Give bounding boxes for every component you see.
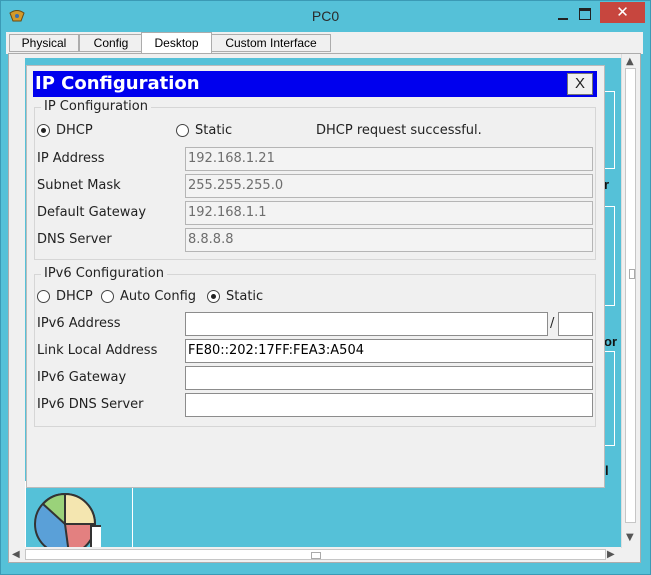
ipv6-static-radio[interactable] [207, 290, 220, 303]
scroll-up-icon[interactable]: ▲ [626, 56, 634, 68]
scroll-right-icon[interactable]: ▶ [607, 549, 615, 561]
ipv4-group-legend: IP Configuration [41, 99, 151, 114]
subnet-mask-field[interactable]: 255.255.255.0 [185, 174, 593, 198]
prefix-separator: / [550, 316, 555, 331]
ipv4-dhcp-label[interactable]: DHCP [56, 123, 93, 138]
horizontal-scroll-thumb[interactable] [25, 549, 606, 560]
ip-address-label: IP Address [37, 151, 105, 166]
maximize-button[interactable] [579, 8, 591, 20]
vertical-scrollbar[interactable]: ▲ ▼ [621, 54, 640, 548]
link-local-address-label: Link Local Address [37, 343, 158, 358]
title-bar: PC0 ✕ [1, 1, 650, 32]
dialog-close-button[interactable]: X [567, 73, 593, 95]
tab-desktop[interactable]: Desktop [141, 32, 212, 54]
grip-icon [629, 269, 635, 279]
ipv6-dns-server-label: IPv6 DNS Server [37, 397, 144, 412]
background-text-fragment: l [605, 463, 609, 478]
ipv4-static-label[interactable]: Static [195, 123, 232, 138]
close-window-button[interactable]: ✕ [600, 2, 645, 23]
grip-icon [311, 552, 321, 559]
window-title: PC0 [311, 8, 340, 24]
ipv6-auto-config-label[interactable]: Auto Config [120, 289, 196, 304]
ipv6-address-field[interactable] [185, 312, 548, 336]
ipv6-dhcp-label[interactable]: DHCP [56, 289, 93, 304]
ipv6-dns-server-field[interactable] [185, 393, 593, 417]
scroll-left-icon[interactable]: ◀ [12, 549, 20, 561]
ipv6-static-label[interactable]: Static [226, 289, 263, 304]
default-gateway-label: Default Gateway [37, 205, 147, 220]
tab-physical[interactable]: Physical [9, 34, 79, 52]
minimize-button[interactable] [556, 10, 570, 22]
link-local-address-field[interactable]: FE80::202:17FF:FEA3:A504 [185, 339, 593, 363]
scroll-down-icon[interactable]: ▼ [626, 532, 634, 544]
dialog-title: IP Configuration [35, 73, 200, 94]
background-text-fragment: or [604, 334, 617, 349]
dns-server-field[interactable]: 8.8.8.8 [185, 228, 593, 252]
subnet-mask-label: Subnet Mask [37, 178, 121, 193]
horizontal-scrollbar[interactable]: ◀ ▶ [9, 547, 620, 562]
ipv4-dhcp-radio[interactable] [37, 124, 50, 137]
ipv6-group-legend: IPv6 Configuration [41, 266, 167, 281]
dns-server-label: DNS Server [37, 232, 112, 247]
ipv6-gateway-field[interactable] [185, 366, 593, 390]
ipv6-prefix-length-field[interactable] [558, 312, 593, 336]
dhcp-status-text: DHCP request successful. [316, 123, 482, 138]
ipv4-static-radio[interactable] [176, 124, 189, 137]
pie-chart-icon[interactable] [29, 488, 101, 550]
vertical-scroll-thumb[interactable] [625, 68, 636, 523]
tab-strip: Physical Config Desktop Custom Interface [6, 32, 643, 54]
tab-custom-interface[interactable]: Custom Interface [211, 34, 331, 52]
ip-address-field[interactable]: 192.168.1.21 [185, 147, 593, 171]
pc0-window: PC0 ✕ Physical Config Desktop Custom Int… [0, 0, 651, 575]
ipv6-address-label: IPv6 Address [37, 316, 121, 331]
ipv6-dhcp-radio[interactable] [37, 290, 50, 303]
ipv6-auto-config-radio[interactable] [101, 290, 114, 303]
ipv6-gateway-label: IPv6 Gateway [37, 370, 127, 385]
tab-config[interactable]: Config [79, 34, 143, 52]
default-gateway-field[interactable]: 192.168.1.1 [185, 201, 593, 225]
